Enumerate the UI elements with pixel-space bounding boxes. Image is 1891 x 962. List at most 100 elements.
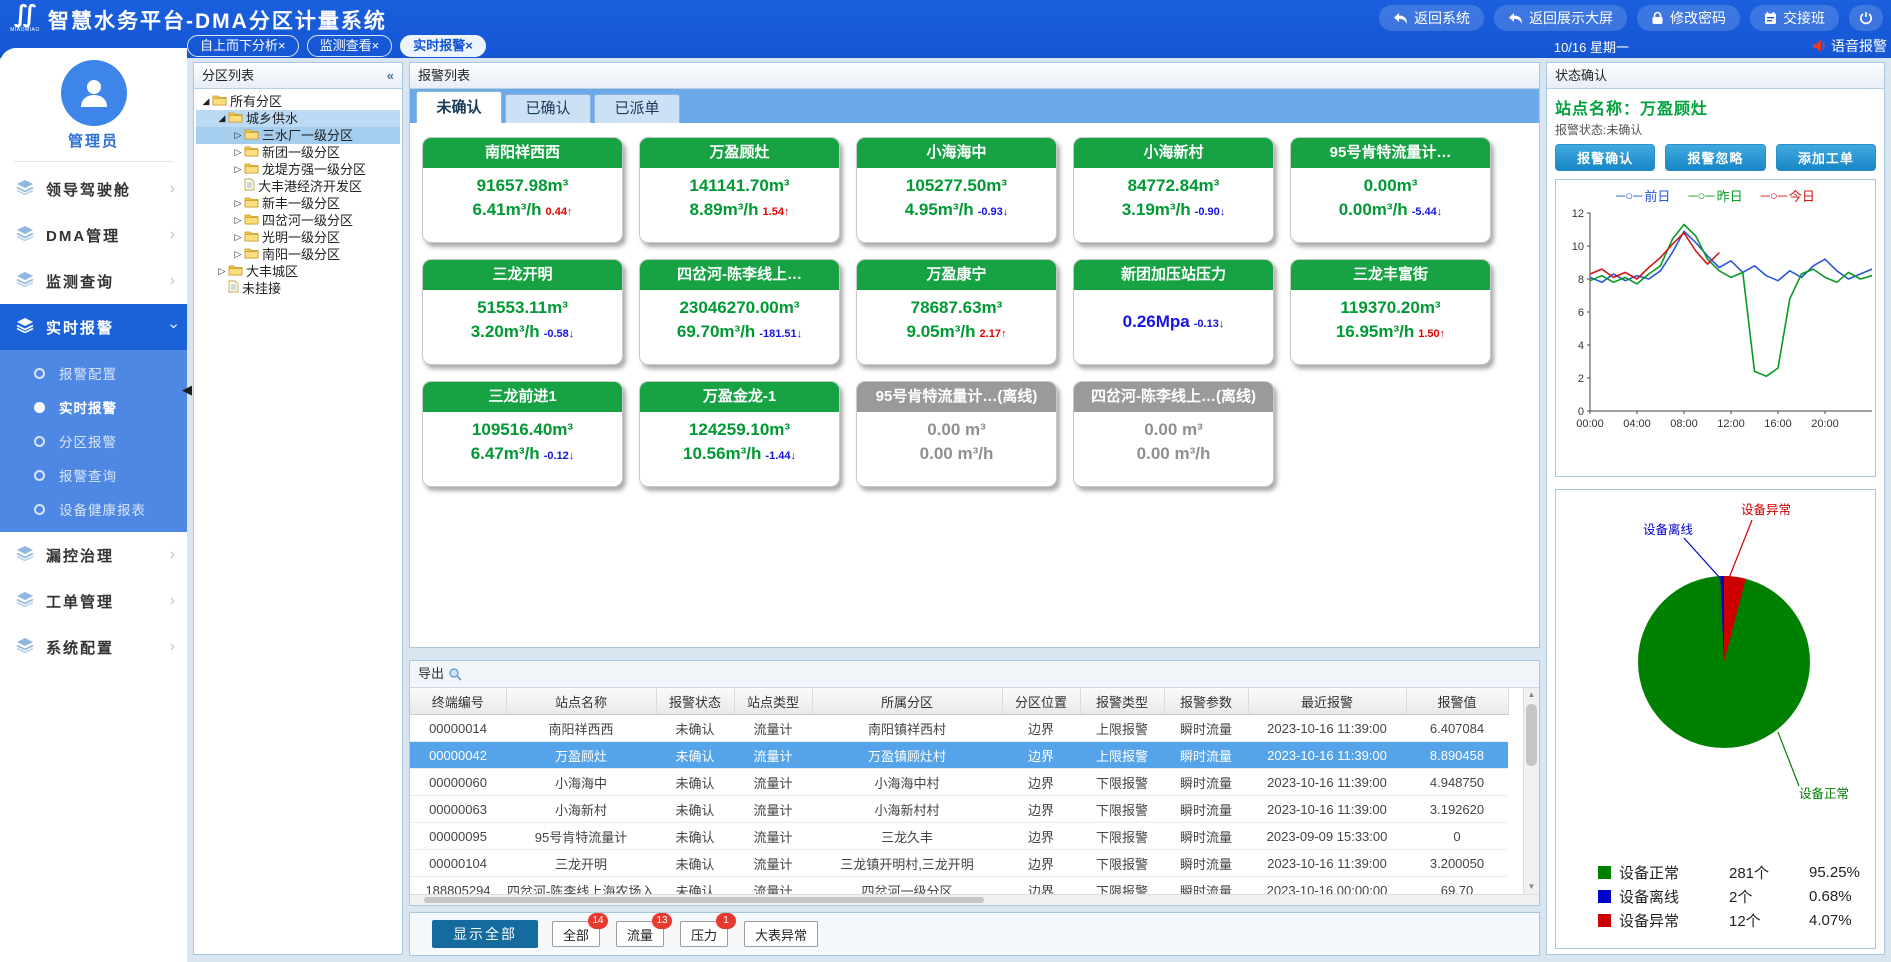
alarm-card-9[interactable]: 三龙丰富街119370.20m³16.95m³/h1.50↑ <box>1290 259 1491 365</box>
tree-collapsed-icon[interactable]: ▷ <box>232 195 244 212</box>
tree-node-4[interactable]: ▷龙堤方强一级分区 <box>196 161 400 178</box>
rate-delta: -0.58↓ <box>544 328 575 340</box>
table-cell: 三龙久丰 <box>812 823 1002 850</box>
tree-collapsed-icon[interactable]: ▷ <box>232 127 244 144</box>
header-button-0[interactable]: 返回系统 <box>1379 5 1484 31</box>
column-header-5[interactable]: 分区位置 <box>1002 688 1080 715</box>
alarm-card-10[interactable]: 三龙前进1109516.40m³6.47m³/h-0.12↓ <box>422 381 623 487</box>
workspace-tab-2[interactable]: 实时报警× <box>400 35 486 57</box>
tree-collapsed-icon[interactable]: ▷ <box>232 246 244 263</box>
table-vertical-scrollbar[interactable]: ▲ ▼ <box>1523 688 1539 894</box>
voice-alarm[interactable]: 语音报警 <box>1812 36 1887 56</box>
submenu-item-0[interactable]: 报警配置 <box>0 356 187 390</box>
alarm-tab-1[interactable]: 已确认 <box>505 94 591 123</box>
tree-collapsed-icon[interactable]: ▷ <box>216 263 228 280</box>
column-header-0[interactable]: 终端编号 <box>410 688 506 715</box>
tree-node-0[interactable]: ◢所有分区 <box>196 93 400 110</box>
filter-button-1[interactable]: 流量13 <box>616 921 664 947</box>
table-cell: 边界 <box>1002 877 1080 895</box>
column-header-2[interactable]: 报警状态 <box>656 688 734 715</box>
sidebar-item-5[interactable]: 工单管理› <box>0 578 187 624</box>
alarm-card-12[interactable]: 95号肯特流量计…(离线)0.00 m³0.00 m³/h <box>856 381 1057 487</box>
show-all-button[interactable]: 显示全部 <box>432 920 538 948</box>
panel-collapse-icon[interactable]: « <box>387 63 394 88</box>
tree-node-8[interactable]: ▷光明一级分区 <box>196 229 400 246</box>
alarm-card-0[interactable]: 南阳祥西西91657.98m³6.41m³/h0.44↑ <box>422 137 623 243</box>
date-label: 10/16 星期一 <box>1554 37 1629 56</box>
alarm-card-2[interactable]: 小海海中105277.50m³4.95m³/h-0.93↓ <box>856 137 1057 243</box>
power-button[interactable] <box>1849 5 1883 31</box>
table-row-1[interactable]: 00000042万盈顾灶未确认流量计万盈镇顾灶村边界上限报警瞬时流量2023-1… <box>410 742 1508 769</box>
column-header-7[interactable]: 报警参数 <box>1164 688 1248 715</box>
tree-collapsed-icon[interactable]: ▷ <box>232 161 244 178</box>
sidebar-item-3[interactable]: 实时报警› <box>0 304 187 350</box>
sidebar-item-4[interactable]: 漏控治理› <box>0 532 187 578</box>
header-button-3[interactable]: 交接班 <box>1750 5 1839 31</box>
table-cell: 00000014 <box>410 715 506 742</box>
table-row-6[interactable]: 188805294四岔河-陈李线上海农场入口未确认流量计四岔河一级分区边界下限报… <box>410 877 1508 895</box>
tree-expanded-icon[interactable]: ◢ <box>200 93 212 110</box>
submenu-item-4[interactable]: 设备健康报表 <box>0 492 187 526</box>
tree-collapsed-icon[interactable]: ▷ <box>232 212 244 229</box>
tree-node-1[interactable]: ◢城乡供水 <box>196 110 400 127</box>
table-row-5[interactable]: 00000104三龙开明未确认流量计三龙镇开明村,三龙开明边界下限报警瞬时流量2… <box>410 850 1508 877</box>
column-header-3[interactable]: 站点类型 <box>734 688 812 715</box>
column-header-4[interactable]: 所属分区 <box>812 688 1002 715</box>
column-header-6[interactable]: 报警类型 <box>1080 688 1164 715</box>
alarm-tab-0[interactable]: 未确认 <box>416 91 502 123</box>
column-header-1[interactable]: 站点名称 <box>506 688 656 715</box>
scroll-down-arrow[interactable]: ▼ <box>1524 880 1539 894</box>
status-button-2[interactable]: 添加工单 <box>1776 144 1876 171</box>
alarm-card-6[interactable]: 四岔河-陈李线上…23046270.00m³69.70m³/h-181.51↓ <box>639 259 840 365</box>
tree-node-3[interactable]: ▷新团一级分区 <box>196 144 400 161</box>
tree-node-10[interactable]: ▷大丰城区 <box>196 263 400 280</box>
alarm-card-1[interactable]: 万盈顾灶141141.70m³8.89m³/h1.54↑ <box>639 137 840 243</box>
filter-button-0[interactable]: 全部14 <box>552 921 600 947</box>
workspace-tab-0[interactable]: 自上而下分析× <box>187 35 299 57</box>
table-row-0[interactable]: 00000014南阳祥西西未确认流量计南阳镇祥西村边界上限报警瞬时流量2023-… <box>410 715 1508 742</box>
alarm-card-8[interactable]: 新团加压站压力0.26Mpa-0.13↓ <box>1073 259 1274 365</box>
alarm-card-5[interactable]: 三龙开明51553.11m³3.20m³/h-0.58↓ <box>422 259 623 365</box>
table-row-2[interactable]: 00000060小海海中未确认流量计小海海中村边界下限报警瞬时流量2023-10… <box>410 769 1508 796</box>
scroll-thumb[interactable] <box>1526 704 1537 766</box>
filter-button-2[interactable]: 压力1 <box>680 921 728 947</box>
column-header-9[interactable]: 报警值 <box>1406 688 1508 715</box>
sidebar-collapse-arrow[interactable]: ◀ <box>182 382 192 398</box>
tree-node-5[interactable]: 大丰港经济开发区 <box>196 178 400 195</box>
avatar[interactable] <box>61 60 127 126</box>
export-label[interactable]: 导出 <box>418 661 444 687</box>
tree-node-6[interactable]: ▷新丰一级分区 <box>196 195 400 212</box>
tree-collapsed-icon[interactable]: ▷ <box>232 229 244 246</box>
status-button-0[interactable]: 报警确认 <box>1555 144 1655 171</box>
tree-node-9[interactable]: ▷南阳一级分区 <box>196 246 400 263</box>
search-icon[interactable] <box>448 667 462 681</box>
submenu-item-1[interactable]: 实时报警 <box>0 390 187 424</box>
sidebar-item-6[interactable]: 系统配置› <box>0 624 187 670</box>
tree-node-2[interactable]: ▷三水厂一级分区 <box>196 127 400 144</box>
status-button-1[interactable]: 报警忽略 <box>1665 144 1765 171</box>
column-header-8[interactable]: 最近报警 <box>1248 688 1406 715</box>
submenu-item-2[interactable]: 分区报警 <box>0 424 187 458</box>
header-button-1[interactable]: 返回展示大屏 <box>1494 5 1627 31</box>
tree-collapsed-icon[interactable]: ▷ <box>232 144 244 161</box>
table-row-3[interactable]: 00000063小海新村未确认流量计小海新村村边界下限报警瞬时流量2023-10… <box>410 796 1508 823</box>
tree-node-7[interactable]: ▷四岔河一级分区 <box>196 212 400 229</box>
scroll-up-arrow[interactable]: ▲ <box>1524 688 1539 702</box>
submenu-item-3[interactable]: 报警查询 <box>0 458 187 492</box>
alarm-card-3[interactable]: 小海新村84772.84m³3.19m³/h-0.90↓ <box>1073 137 1274 243</box>
header-button-2[interactable]: 修改密码 <box>1637 5 1740 31</box>
alarm-card-11[interactable]: 万盈金龙-1124259.10m³10.56m³/h-1.44↓ <box>639 381 840 487</box>
sidebar-item-2[interactable]: 监测查询› <box>0 258 187 304</box>
tree-node-11[interactable]: 未挂接 <box>196 280 400 297</box>
table-row-4[interactable]: 0000009595号肯特流量计未确认流量计三龙久丰边界下限报警瞬时流量2023… <box>410 823 1508 850</box>
alarm-tab-2[interactable]: 已派单 <box>594 94 680 123</box>
alarm-card-13[interactable]: 四岔河-陈李线上…(离线)0.00 m³0.00 m³/h <box>1073 381 1274 487</box>
filter-button-3[interactable]: 大表异常 <box>744 921 818 947</box>
alarm-card-7[interactable]: 万盈康宁78687.63m³9.05m³/h2.17↑ <box>856 259 1057 365</box>
sidebar-item-1[interactable]: DMA管理› <box>0 212 187 258</box>
alarm-card-4[interactable]: 95号肯特流量计…0.00m³0.00m³/h-5.44↓ <box>1290 137 1491 243</box>
table-horizontal-scrollbar[interactable] <box>410 894 1539 905</box>
sidebar-item-0[interactable]: 领导驾驶舱› <box>0 166 187 212</box>
workspace-tab-1[interactable]: 监测查看× <box>307 35 393 57</box>
tree-expanded-icon[interactable]: ◢ <box>216 110 228 127</box>
